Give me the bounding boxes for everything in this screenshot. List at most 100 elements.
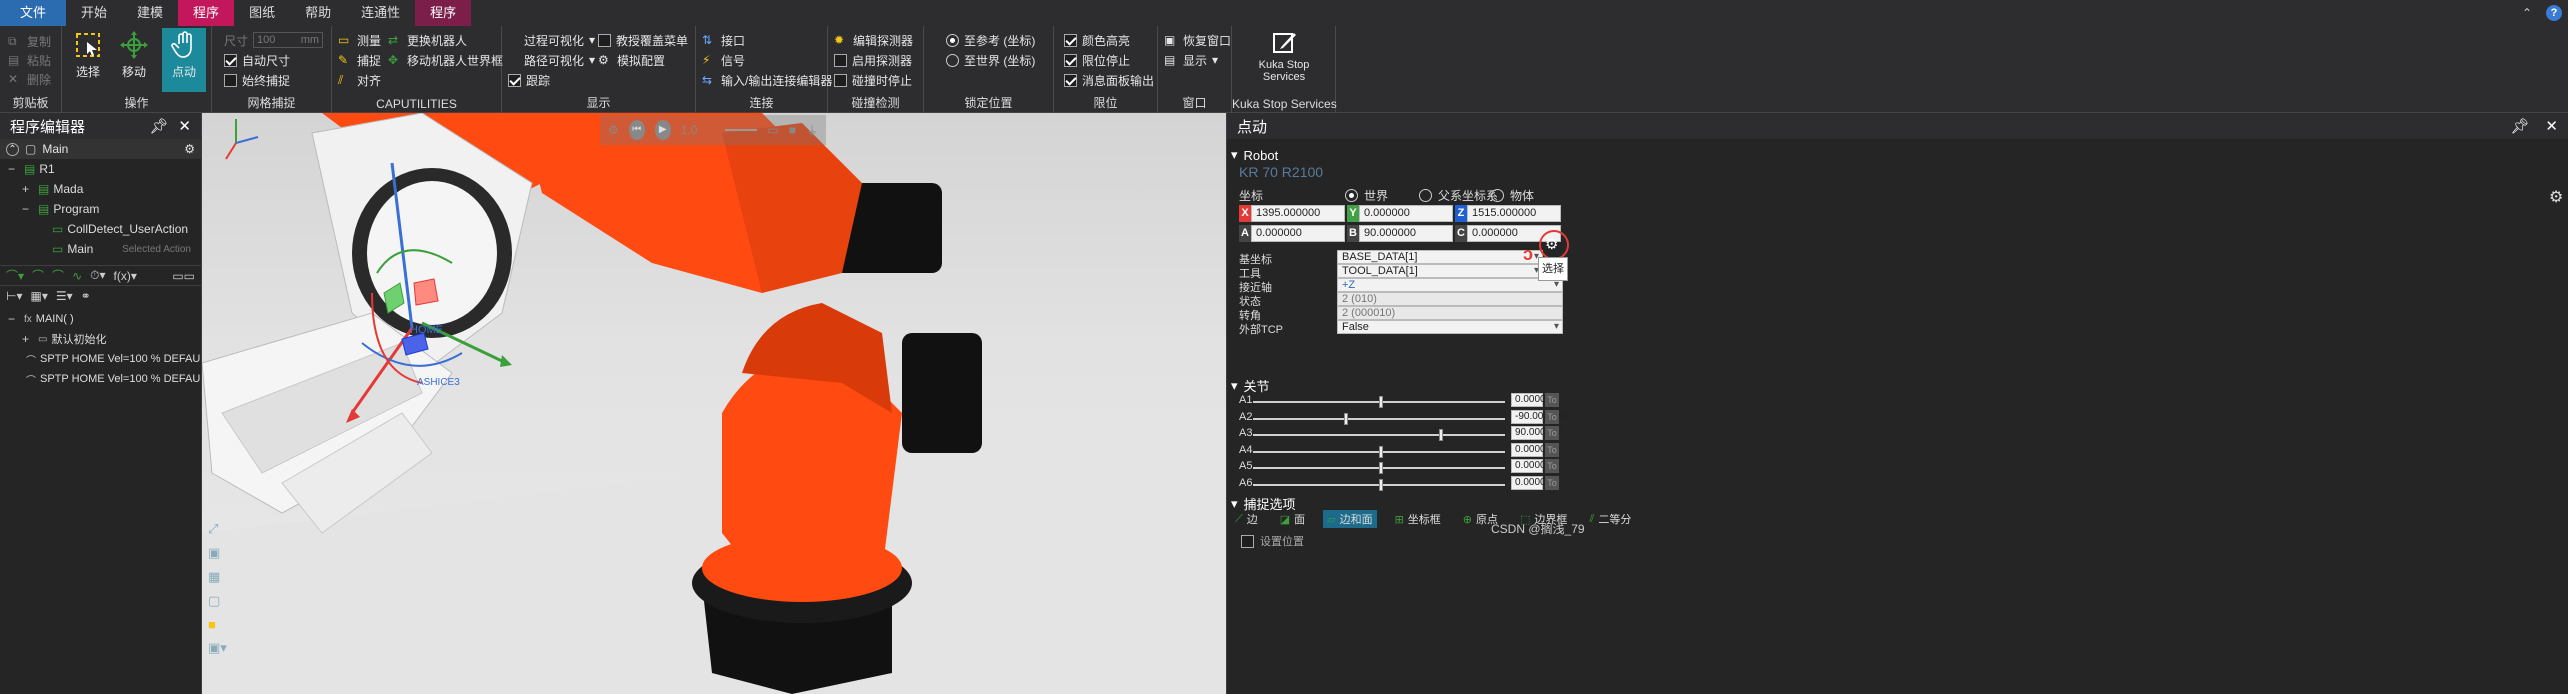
rewind-icon[interactable]: ⏮ <box>628 120 645 140</box>
close-icon[interactable]: ✕ <box>2545 117 2558 135</box>
joint-to-button[interactable]: To <box>1545 409 1559 424</box>
program-statement[interactable]: ⌒ SPTP HOME Vel=100 % DEFAULT Tool[1]:TO.… <box>0 369 201 389</box>
set-position-row[interactable]: 设置位置 <box>1241 533 1304 549</box>
joints-section-header[interactable]: ▾ 关节 <box>1231 376 1270 395</box>
stop-on-collision-checkbox[interactable]: 碰撞时停止 <box>834 71 912 89</box>
program-statement[interactable]: ⌒ SPTP HOME Vel=100 % DEFAULT Tool[1]:TO.… <box>0 349 201 369</box>
move-button[interactable]: 移动 <box>114 30 154 80</box>
joint-value-input[interactable]: 90.000000 <box>1511 426 1562 440</box>
joint-value-input[interactable]: 0.000000 <box>1511 475 1557 490</box>
base-gear-icon[interactable]: ⚙ <box>2549 187 2563 207</box>
collapse-icon[interactable]: − <box>8 162 20 176</box>
ptp-icon[interactable]: ⌒▾ <box>6 267 24 284</box>
coord-radio-parent[interactable]: 父系坐标系 <box>1419 187 1498 204</box>
joint-slider-thumb[interactable] <box>1379 462 1383 474</box>
collapse-icon[interactable]: − <box>22 202 34 216</box>
limit-stop-checkbox[interactable]: 限位停止 <box>1064 51 1130 69</box>
close-icon[interactable]: ✕ <box>178 117 191 135</box>
joint-slider-track[interactable] <box>1253 434 1505 436</box>
joint-to-button[interactable]: To <box>1545 459 1559 473</box>
3d-viewport[interactable]: HOME ASHICE3 ⚙ ⏮ ▶ 1.0 ▭ ■ ⏚ ⤢ ▣ ▦ ▢ ■ ▣… <box>202 113 1226 694</box>
layout-icon[interactable]: ▭▭ <box>172 269 195 283</box>
joint-value-input[interactable]: 0.000000 <box>1511 393 1557 407</box>
follow-checkbox[interactable]: 跟踪 <box>508 71 550 89</box>
prop-value-3[interactable]: 2 (010) <box>1337 292 1563 306</box>
restore-window-button[interactable]: ▣ 恢复窗口 <box>1164 31 1231 49</box>
joint-slider-thumb[interactable] <box>1379 445 1383 458</box>
camera-icon[interactable]: ▭ <box>767 123 778 137</box>
view-dropdown-icon[interactable]: ▣▾ <box>208 640 227 656</box>
zoom-box-icon[interactable]: ▣ <box>208 545 227 561</box>
interface-button[interactable]: ⇅ 接口 <box>702 31 745 49</box>
tree-item[interactable]: ▭ Main Selected Action <box>0 239 201 259</box>
menu-connectivity[interactable]: 连通性 <box>346 0 415 26</box>
color-highlight-checkbox[interactable]: 颜色高亮 <box>1064 31 1130 49</box>
play-icon[interactable]: ▶ <box>654 120 671 140</box>
menu-program[interactable]: 程序 <box>178 0 235 26</box>
joint-value-input[interactable]: -90.000000 <box>1511 409 1566 424</box>
expand-icon[interactable]: + <box>22 182 34 196</box>
joint-to-button[interactable]: To <box>1545 475 1559 490</box>
align-button[interactable]: ⫽ 对齐 <box>338 71 381 89</box>
coord-z-input[interactable]: 1515.000000 <box>1467 205 1561 222</box>
select-button[interactable]: 选择 <box>70 30 106 80</box>
menu-drawing[interactable]: 图纸 <box>234 0 290 26</box>
lin-icon[interactable]: ⌒ <box>32 267 44 284</box>
filter-icon[interactable]: ⏚ <box>806 122 818 139</box>
io-connect-button[interactable]: ⇆ 输入/输出连接编辑器 <box>702 71 832 89</box>
cube-icon[interactable]: ▢ <box>208 593 227 609</box>
joint-slider-thumb[interactable] <box>1379 396 1383 408</box>
coord-x-input[interactable]: 1395.000000 <box>1251 205 1345 222</box>
settings-gear-icon[interactable]: ⚙ <box>184 142 195 156</box>
copy-button[interactable]: ⧉ 复制 <box>8 32 51 50</box>
light-icon[interactable]: ■ <box>208 617 227 632</box>
joint-slider-track[interactable] <box>1253 417 1505 420</box>
prop-value-1[interactable]: TOOL_DATA[1] <box>1337 264 1543 278</box>
coord-b-input[interactable]: 90.000000 <box>1359 225 1453 242</box>
tool-gear-icon[interactable]: ⚙ <box>1545 235 1558 253</box>
joint-value-input[interactable]: 0.000000 <box>1511 459 1557 473</box>
snap-option[interactable]: ⟋ 边 <box>1231 510 1262 528</box>
collapse-icon[interactable]: − <box>8 312 20 326</box>
snap-option[interactable]: ⫽ 二等分 <box>1585 510 1635 528</box>
grid-icon[interactable]: ▦ <box>208 569 227 585</box>
coord-y-input[interactable]: 0.000000 <box>1359 205 1453 222</box>
menu-program-context[interactable]: 程序 <box>415 0 472 26</box>
lock-to-world-radio[interactable]: 至世界 (坐标) <box>946 51 1035 69</box>
program-statement[interactable]: − fx MAIN( ) <box>0 309 201 329</box>
path-visual-dropdown[interactable]: 路径可视化 ▾ <box>524 51 595 69</box>
program-statement[interactable]: + ▭ 默认初始化 <box>0 329 201 349</box>
tree-icon[interactable]: ⊢▾ <box>6 289 22 303</box>
joint-to-button[interactable]: To <box>1545 393 1559 407</box>
timeline-slider[interactable] <box>725 129 758 131</box>
prop-value-0[interactable]: BASE_DATA[1] <box>1337 250 1543 264</box>
jog-button[interactable]: 点动 <box>162 28 206 92</box>
tree-item[interactable]: − ▤ Program <box>0 199 201 219</box>
pin-icon[interactable]: 📌︎ <box>2510 117 2529 135</box>
snap-option[interactable]: ⊞ 坐标框 <box>1391 510 1445 528</box>
edit-detector-button[interactable]: ✹ 编辑探测器 <box>834 31 913 49</box>
sim-config-button[interactable]: ⚙ 模拟配置 <box>598 51 665 69</box>
wait-icon[interactable]: ⏱▾ <box>90 268 105 283</box>
joint-to-button[interactable]: To <box>1545 426 1559 440</box>
link-icon[interactable]: ⚭ <box>81 289 91 303</box>
show-dropdown[interactable]: ▤ 显示 ▾ <box>1164 51 1218 69</box>
coord-radio-world[interactable]: 世界 <box>1345 187 1388 204</box>
joint-slider-thumb[interactable] <box>1439 429 1444 441</box>
paste-button[interactable]: ▤ 粘贴 <box>8 51 51 69</box>
circ-icon[interactable]: ⌒ <box>52 267 64 284</box>
auto-size-checkbox[interactable]: 自动尺寸 <box>224 51 290 69</box>
settings-gear-icon[interactable]: ⚙ <box>608 123 619 137</box>
signal-button[interactable]: ⚡ 信号 <box>702 51 745 69</box>
fit-icon[interactable]: ⤢ <box>208 521 227 537</box>
list-icon[interactable]: ☰▾ <box>56 289 73 303</box>
spline-icon[interactable]: ∿ <box>72 269 82 283</box>
table-icon[interactable]: ▦▾ <box>30 289 47 303</box>
coord-a-input[interactable]: 0.000000 <box>1251 225 1345 242</box>
prop-value-4[interactable]: 2 (000010) <box>1337 306 1563 320</box>
tree-item[interactable]: − ▤ R1 <box>0 159 201 179</box>
delete-button[interactable]: ✕ 删除 <box>8 70 51 88</box>
joint-slider-thumb[interactable] <box>1343 412 1348 425</box>
joint-to-button[interactable]: To <box>1545 442 1559 457</box>
expand-icon[interactable]: + <box>22 332 34 346</box>
